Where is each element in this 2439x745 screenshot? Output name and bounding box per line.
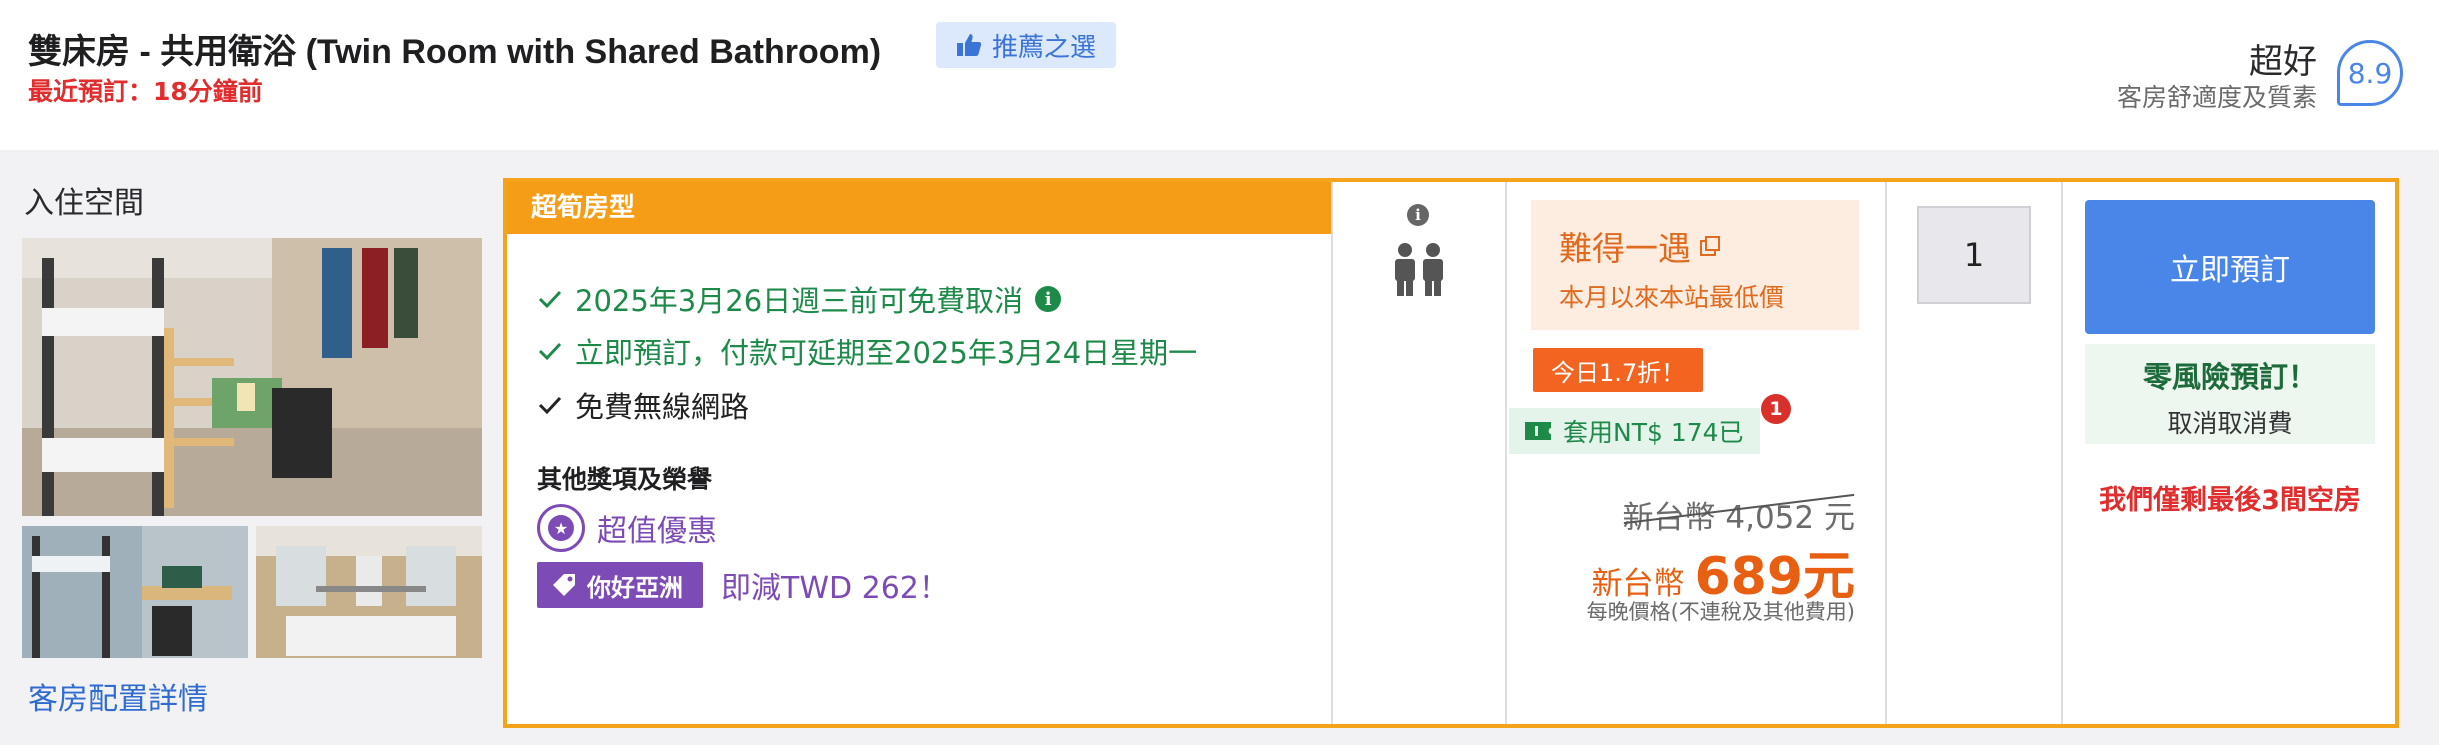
- value-deal-label: 超值優惠: [597, 514, 717, 549]
- coupon-applied[interactable]: 套用NT$ 174已: [1509, 408, 1760, 454]
- rooms-left-text: 我們僅剩最後3間空房: [2099, 485, 2361, 516]
- perk-wifi: 免費無線網路: [537, 384, 749, 426]
- info-icon[interactable]: i: [1407, 204, 1429, 226]
- room-photo-main[interactable]: [22, 238, 482, 516]
- promo-tag-label: 你好亞洲: [587, 573, 683, 602]
- room-offer-page: 雙床房 - 共用衛浴 (Twin Room with Shared Bathro…: [0, 0, 2439, 745]
- value-star-icon: ★: [537, 504, 585, 552]
- perk-label: 立即預訂，付款可延期至2025年3月24日星期一: [575, 336, 1198, 370]
- thumbs-up-icon: [957, 34, 982, 56]
- external-link-icon: [1700, 236, 1720, 256]
- room-photo-thumb-2[interactable]: [256, 526, 482, 658]
- room-config-link[interactable]: 客房配置詳情: [28, 674, 208, 718]
- offer-frame: 超筍房型 2025年3月26日週三前可免費取消 i 立即預訂，付款可延期至202…: [503, 178, 2399, 728]
- quantity-column: 1: [1887, 182, 2063, 724]
- other-awards-title: 其他獎項及榮譽: [537, 465, 713, 494]
- no-risk-subtitle: 取消取消費: [2167, 409, 2293, 438]
- rare-deal-box: 難得一遇 本月以來本站最低價: [1531, 200, 1859, 330]
- no-risk-box: 零風險預訂！ 取消取消費: [2085, 344, 2375, 444]
- promo-tag[interactable]: 你好亞洲: [537, 562, 703, 608]
- space-title: 入住空間: [24, 186, 144, 221]
- info-icon[interactable]: i: [1035, 286, 1062, 312]
- per-night-note: 每晚價格(不連稅及其他費用): [1586, 600, 1855, 624]
- room-header: 雙床房 - 共用衛浴 (Twin Room with Shared Bathro…: [0, 0, 2439, 150]
- rare-deal-label: 難得一遇: [1559, 229, 1691, 268]
- perk-label: 2025年3月26日週三前可免費取消: [575, 284, 1024, 318]
- perk-label: 免費無線網路: [575, 390, 750, 424]
- check-icon: [538, 396, 562, 415]
- book-now-button[interactable]: 立即預訂: [2085, 200, 2375, 334]
- no-risk-title: 零風險預訂！: [2142, 360, 2317, 394]
- review-score-word[interactable]: 超好: [2249, 34, 2317, 83]
- review-score-subtitle: 客房舒適度及質素: [2116, 83, 2317, 112]
- today-discount-badge: 今日1.7折！: [1533, 348, 1704, 392]
- coupon-count-badge: 1: [1761, 394, 1791, 424]
- promo-discount-text: 即減TWD 262！: [721, 571, 949, 606]
- price-column: 難得一遇 本月以來本站最低價 今日1.7折！ 套用NT$ 174已 1 新台幣: [1507, 182, 1887, 724]
- value-deal-row: ★ 超值優惠: [537, 504, 717, 552]
- two-guests-icon: [1395, 243, 1443, 296]
- deal-type-tag: 超筍房型: [507, 182, 1331, 234]
- check-icon: [538, 342, 562, 361]
- recommended-label: 推薦之選: [992, 32, 1097, 63]
- check-icon: [538, 290, 562, 309]
- guests-column: i: [1333, 182, 1507, 724]
- rare-deal-title[interactable]: 難得一遇: [1559, 222, 1859, 270]
- promo-row: 你好亞洲 即減TWD 262！: [537, 562, 949, 608]
- room-photo-thumb-2-illustration: [256, 526, 482, 658]
- rare-deal-subtitle: 本月以來本站最低價: [1559, 283, 1785, 312]
- perk-free-cancel: 2025年3月26日週三前可免費取消 i: [537, 278, 1062, 320]
- room-photo-thumb-1-illustration: [22, 526, 248, 658]
- recent-booking-text: 最近預訂：18分鐘前: [28, 77, 263, 106]
- coupon-icon: [1525, 422, 1551, 440]
- room-title: 雙床房 - 共用衛浴 (Twin Room with Shared Bathro…: [28, 33, 882, 71]
- booking-column: 立即預訂 零風險預訂！ 取消取消費 我們僅剩最後3間空房: [2063, 182, 2395, 724]
- perks-column: 超筍房型 2025年3月26日週三前可免費取消 i 立即預訂，付款可延期至202…: [507, 182, 1333, 724]
- room-photo-thumb-1[interactable]: [22, 526, 248, 658]
- coupon-label: 套用NT$ 174已: [1563, 418, 1744, 447]
- recommended-badge: 推薦之選: [936, 22, 1117, 68]
- original-price: 新台幣 4,052 元: [1623, 492, 1855, 537]
- review-score-badge[interactable]: 8.9: [2337, 40, 2403, 106]
- room-quantity-select[interactable]: 1: [1917, 206, 2031, 304]
- price-tag-icon: [553, 574, 575, 596]
- room-photo-illustration: [22, 238, 482, 516]
- perk-pay-later: 立即預訂，付款可延期至2025年3月24日星期一: [537, 330, 1197, 372]
